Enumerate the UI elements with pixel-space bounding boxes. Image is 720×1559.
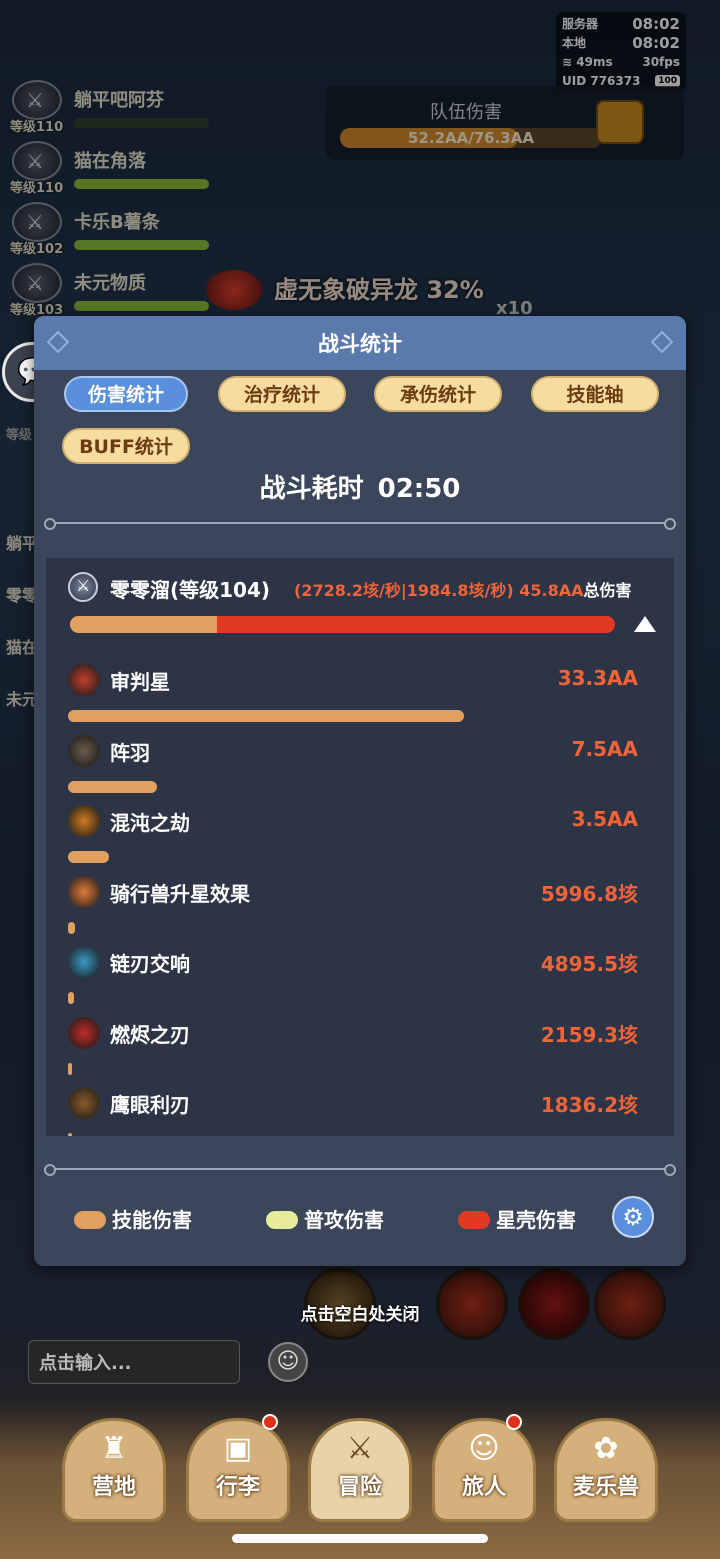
- divider: [44, 1164, 676, 1176]
- skill-damage-bar: [68, 921, 75, 934]
- skill-name: 链刃交响: [110, 952, 190, 976]
- skill-name: 骑行兽升星效果: [110, 881, 250, 906]
- skill-row: 阵羽 7.5AA: [68, 734, 648, 805]
- legend-label: 普攻伤害: [304, 1208, 384, 1232]
- nav-label: 冒险: [337, 1475, 382, 1500]
- skill-damage-value: 1836.2垓: [540, 1093, 638, 1117]
- legend-item: 普攻伤害: [266, 1204, 384, 1233]
- legend-item: 技能伤害: [74, 1204, 192, 1233]
- skill-icon: [68, 875, 100, 908]
- skill-damage-value: 3.5AA: [571, 807, 638, 831]
- skill-damage-bar: [68, 780, 157, 793]
- nav-camp[interactable]: ♜ 营地: [62, 1418, 166, 1522]
- legend-label: 星壳伤害: [496, 1208, 576, 1232]
- skill-row: 燃烬之刃 2159.3垓: [68, 1016, 648, 1087]
- skill-damage-bar: [68, 1062, 72, 1075]
- fox-icon: ✿: [593, 1431, 619, 1466]
- legend-swatch: [458, 1211, 490, 1229]
- skill-damage-value: 5996.8垓: [540, 881, 638, 906]
- skill-icon: [68, 946, 100, 978]
- hero-total-bar: [70, 616, 615, 633]
- castle-icon: ♜: [100, 1431, 128, 1466]
- skill-damage-value: 2159.3垓: [540, 1022, 638, 1047]
- crossed-swords-icon: ⚔: [346, 1431, 374, 1466]
- skill-icon: [68, 805, 100, 837]
- divider: [44, 518, 676, 530]
- hero-total-suffix: 总伤害: [583, 581, 632, 600]
- duration-label: 战斗耗时: [259, 474, 364, 504]
- tab-damage-taken-stats[interactable]: 承伤统计: [374, 376, 502, 412]
- skill-name: 鹰眼利刃: [110, 1093, 190, 1117]
- skill-damage-bar: [68, 851, 109, 863]
- nav-label: 行李: [215, 1475, 260, 1500]
- skill-name: 混沌之劫: [110, 811, 190, 835]
- skill-row: 骑行兽升星效果 5996.8垓: [68, 875, 648, 946]
- notification-dot: [262, 1414, 278, 1430]
- chest-icon: ▣: [223, 1431, 253, 1466]
- skill-name: 审判星: [110, 670, 170, 694]
- tab-skill-timeline[interactable]: 技能轴: [531, 376, 659, 412]
- skill-icon: [68, 734, 100, 767]
- nav-label: 营地: [91, 1475, 136, 1500]
- skill-damage-value: 4895.5垓: [540, 952, 638, 976]
- skill-damage-bar: [68, 992, 74, 1004]
- skill-icon: [68, 1087, 100, 1119]
- nav-label: 麦乐兽: [572, 1475, 639, 1500]
- tab-damage-stats[interactable]: 伤害统计: [64, 376, 188, 412]
- damage-list-panel[interactable]: ⚔ 零零溜(等级104) (2728.2垓/秒|1984.8垓/秒) 45.8A…: [46, 558, 674, 1136]
- nav-label: 旅人: [461, 1475, 506, 1500]
- modal-title: 战斗统计: [318, 332, 402, 356]
- legend-label: 技能伤害: [112, 1208, 192, 1232]
- skill-row: 链刃交响 4895.5垓: [68, 946, 648, 1016]
- chat-input[interactable]: 点击输入...: [28, 1340, 240, 1384]
- skill-name: 阵羽: [110, 740, 150, 765]
- skill-damage-bar: [68, 1133, 72, 1136]
- emoji-icon[interactable]: ☺: [268, 1342, 308, 1382]
- skill-damage-bar: [68, 710, 464, 722]
- skill-row: 混沌之劫 3.5AA: [68, 805, 648, 875]
- legend-swatch: [74, 1211, 106, 1229]
- nav-traveler[interactable]: ☺ 旅人: [432, 1418, 536, 1522]
- collapse-triangle-icon[interactable]: [634, 616, 656, 632]
- notification-dot: [506, 1414, 522, 1430]
- hero-total: 45.8AA: [519, 581, 584, 600]
- skill-icon: [68, 1016, 100, 1049]
- hero-stats: (2728.2垓/秒|1984.8垓/秒) 45.8AA总伤害: [294, 577, 632, 601]
- skill-icon: [68, 664, 100, 696]
- legend-item: 星壳伤害: [458, 1204, 576, 1233]
- skill-name: 燃烬之刃: [110, 1022, 190, 1047]
- tab-healing-stats[interactable]: 治疗统计: [218, 376, 346, 412]
- legend-swatch: [266, 1211, 298, 1229]
- skill-row: 鹰眼利刃 1836.2垓: [68, 1087, 648, 1136]
- skill-damage-value: 33.3AA: [557, 666, 638, 690]
- hero-row: ⚔ 零零溜(等级104) (2728.2垓/秒|1984.8垓/秒) 45.8A…: [68, 572, 668, 606]
- duration-value: 02:50: [377, 474, 461, 504]
- hero-skill-portion: [70, 616, 218, 633]
- battle-stats-modal: 战斗统计 伤害统计 治疗统计 承伤统计 技能轴 BUFF统计 战斗耗时 02:50…: [34, 316, 686, 1266]
- settings-gear-icon[interactable]: ⚙: [612, 1196, 654, 1238]
- hero-name: 零零溜(等级104): [110, 578, 271, 602]
- nav-pet[interactable]: ✿ 麦乐兽: [554, 1418, 658, 1522]
- nav-adventure[interactable]: ⚔ 冒险: [308, 1418, 412, 1522]
- skill-row: 审判星 33.3AA: [68, 664, 648, 734]
- tab-buff-stats[interactable]: BUFF统计: [62, 428, 190, 464]
- hero-avatar-icon: ⚔: [68, 572, 98, 602]
- hero-dps: (2728.2垓/秒|1984.8垓/秒): [294, 581, 514, 600]
- legend: 技能伤害 普攻伤害 星壳伤害: [34, 1200, 686, 1240]
- nav-luggage[interactable]: ▣ 行李: [186, 1418, 290, 1522]
- close-hint: 点击空白处关闭: [300, 1305, 420, 1325]
- skill-damage-value: 7.5AA: [571, 736, 638, 761]
- modal-header: 战斗统计: [34, 316, 686, 370]
- traveler-icon: ☺: [468, 1431, 500, 1466]
- battle-duration: 战斗耗时 02:50: [34, 468, 686, 505]
- home-indicator[interactable]: [232, 1534, 488, 1543]
